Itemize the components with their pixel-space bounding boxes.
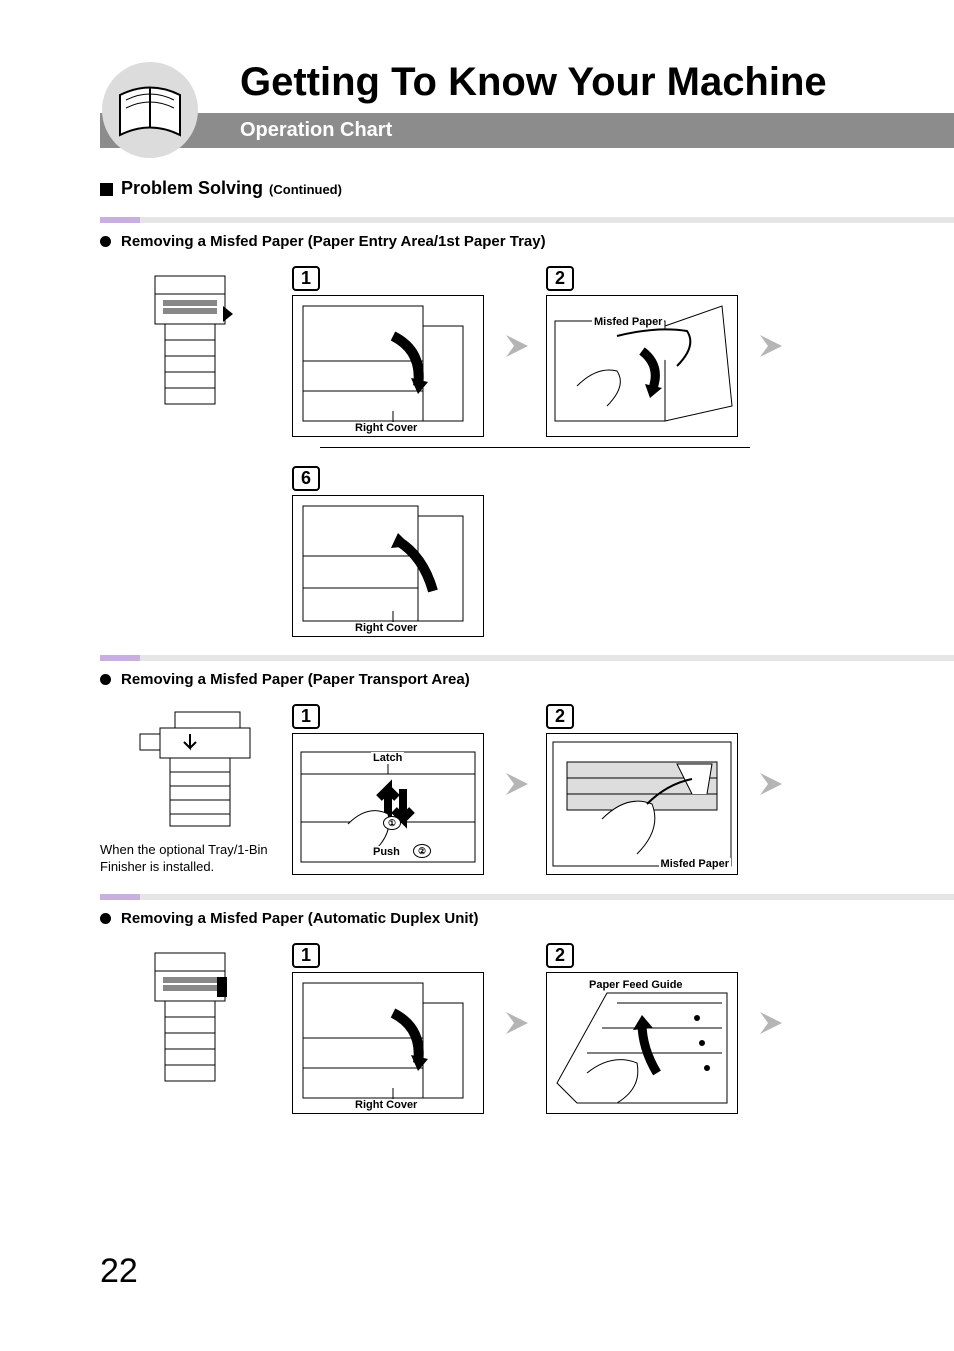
procedure-title: Removing a Misfed Paper (Paper Transport… <box>121 671 470 688</box>
next-arrow <box>504 266 534 426</box>
page-number: 22 <box>100 1252 138 1291</box>
step: 1 Right Cover <box>292 943 492 1114</box>
step-number: 2 <box>546 704 574 729</box>
step-number: 1 <box>292 943 320 968</box>
page-title: Getting To Know Your Machine <box>240 60 904 105</box>
step-row: 1 Right Cover 2 <box>100 266 904 437</box>
step-illustration: Paper Feed Guide <box>546 972 738 1114</box>
page-header: Getting To Know Your Machine Operation C… <box>100 60 904 148</box>
illus-label: Right Cover <box>353 1099 419 1111</box>
bullet-icon <box>100 236 111 247</box>
step-illustration: Right Cover <box>292 495 484 637</box>
procedure-title: Removing a Misfed Paper (Automatic Duple… <box>121 910 479 927</box>
illus-label: Misfed Paper <box>592 316 664 328</box>
square-bullet-icon <box>100 183 113 196</box>
page-subtitle: Operation Chart <box>100 113 954 148</box>
step-illustration: Right Cover <box>292 972 484 1114</box>
step: 1 Latch Push ① ② <box>292 704 492 875</box>
step-row: 1 Right Cover 2 <box>100 943 904 1114</box>
section-heading: Problem Solving (Continued) <box>100 178 904 199</box>
procedure-heading: Removing a Misfed Paper (Paper Entry Are… <box>100 233 904 250</box>
illus-label: Latch <box>371 752 404 764</box>
step-illustration: Right Cover <box>292 295 484 437</box>
intro-illustration: When the optional Tray/1-Bin Finisher is… <box>100 704 280 876</box>
next-arrow <box>758 943 788 1103</box>
illus-label: Paper Feed Guide <box>587 979 685 991</box>
accent-bar <box>100 217 954 223</box>
step-number: 2 <box>546 266 574 291</box>
step: 1 Right Cover <box>292 266 492 437</box>
bullet-icon <box>100 913 111 924</box>
next-arrow <box>758 704 788 864</box>
next-arrow <box>504 704 534 864</box>
procedure-heading: Removing a Misfed Paper (Automatic Duple… <box>100 910 904 927</box>
section-continued: (Continued) <box>269 182 342 197</box>
step-number: 2 <box>546 943 574 968</box>
step-illustration: Latch Push ① ② <box>292 733 484 875</box>
step: 2 Paper Feed Guide <box>546 943 746 1114</box>
step: 2 Misfed Paper <box>546 266 746 437</box>
step-illustration: Misfed Paper <box>546 733 738 875</box>
next-arrow <box>504 943 534 1103</box>
section-heading-text: Problem Solving <box>121 178 263 199</box>
book-icon <box>100 60 200 160</box>
illus-label: Misfed Paper <box>659 858 731 870</box>
step-row: 6 Right Cover <box>100 466 904 637</box>
illus-label: ① <box>383 816 401 830</box>
accent-bar <box>100 894 954 900</box>
step-number: 1 <box>292 704 320 729</box>
step-number: 1 <box>292 266 320 291</box>
next-arrow <box>758 266 788 426</box>
intro-illustration <box>100 266 280 424</box>
step-row: When the optional Tray/1-Bin Finisher is… <box>100 704 904 876</box>
bullet-icon <box>100 674 111 685</box>
step: 6 Right Cover <box>292 466 492 637</box>
illus-label: Right Cover <box>353 422 419 434</box>
procedure-heading: Removing a Misfed Paper (Paper Transport… <box>100 671 904 688</box>
intro-note: When the optional Tray/1-Bin Finisher is… <box>100 842 280 876</box>
illus-label: Push <box>371 846 402 858</box>
step-number: 6 <box>292 466 320 491</box>
step-illustration: Misfed Paper <box>546 295 738 437</box>
manual-page: Getting To Know Your Machine Operation C… <box>0 0 954 1351</box>
intro-illustration <box>100 943 280 1101</box>
illus-label: Right Cover <box>353 622 419 634</box>
illus-label: ② <box>413 844 431 858</box>
divider <box>320 447 750 448</box>
accent-bar <box>100 655 954 661</box>
procedure-title: Removing a Misfed Paper (Paper Entry Are… <box>121 233 546 250</box>
step: 2 Misfed Paper <box>546 704 746 875</box>
